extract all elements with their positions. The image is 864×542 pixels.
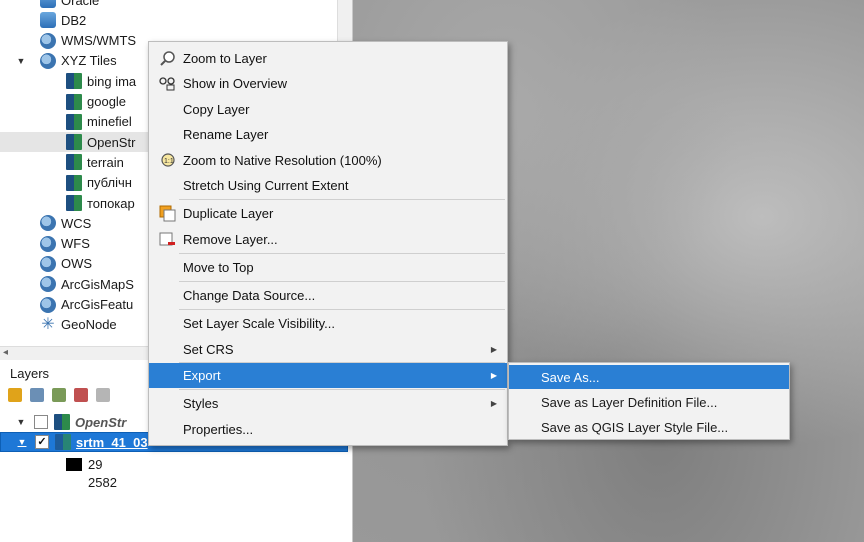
menu-item-remove-layer[interactable]: Remove Layer... [149, 227, 507, 252]
zoom-icon [160, 51, 175, 66]
browser-item-label: google [87, 94, 127, 109]
globe-icon [40, 276, 56, 293]
legend-color-ramp [66, 458, 82, 471]
layer-name: srtm_41_03 [76, 434, 148, 450]
menu-separator [179, 309, 505, 310]
menu-item-save-qgis-style[interactable]: Save as QGIS Layer Style File... [509, 415, 789, 439]
expand-caret-icon[interactable]: ▼ [15, 437, 29, 447]
layers-panel-title: Layers [10, 366, 50, 381]
tile-layer-icon [66, 93, 82, 110]
browser-item-label: WCS [61, 215, 92, 231]
svg-text:1:1: 1:1 [164, 158, 174, 165]
zoom-native-icon: 1:1 [161, 153, 175, 167]
layer-context-menu: Zoom to Layer Show in Overview Copy Laye… [148, 41, 508, 446]
browser-item-label: ArcGisFeatu [61, 297, 134, 312]
menu-item-rename-layer[interactable]: Rename Layer [149, 122, 507, 147]
menu-item-show-in-overview[interactable]: Show in Overview [149, 71, 507, 96]
browser-item-label: ArcGisMapS [61, 276, 134, 292]
menu-separator [179, 389, 505, 390]
tile-layer-icon [66, 174, 82, 191]
globe-icon [40, 52, 56, 69]
database-icon [40, 12, 56, 29]
browser-item-label: terrain [87, 154, 124, 170]
browser-item-label: топокар [87, 195, 135, 211]
menu-item-stretch-current-extent[interactable]: Stretch Using Current Extent [149, 173, 507, 198]
tile-layer-icon [54, 414, 70, 430]
menu-separator [179, 199, 505, 200]
add-group-icon[interactable] [30, 388, 44, 402]
globe-icon [40, 235, 56, 252]
browser-item-label: WMS/WMTS [61, 33, 137, 49]
layer-visibility-checkbox[interactable]: ✓ [35, 435, 49, 449]
browser-item-label: OWS [61, 256, 93, 272]
tile-layer-icon [66, 195, 82, 211]
style-manager-icon[interactable] [8, 388, 22, 402]
expand-caret-icon[interactable]: ▼ [14, 56, 28, 66]
legend-value-low: 2582 [88, 475, 117, 490]
layer-visibility-checkbox[interactable] [34, 415, 48, 429]
expand-caret-icon[interactable]: ▼ [14, 417, 28, 427]
menu-item-zoom-to-layer[interactable]: Zoom to Layer [149, 46, 507, 71]
browser-item-label: Oracle [61, 0, 100, 8]
tile-layer-icon [66, 113, 82, 130]
menu-separator [179, 281, 505, 282]
globe-icon [40, 255, 56, 272]
menu-item-set-crs[interactable]: Set CRS ▶ [149, 337, 507, 362]
menu-item-save-layer-definition[interactable]: Save as Layer Definition File... [509, 390, 789, 414]
menu-item-change-data-source[interactable]: Change Data Source... [149, 283, 507, 308]
legend-value-high: 29 [88, 457, 103, 472]
menu-item-duplicate-layer[interactable]: Duplicate Layer [149, 201, 507, 226]
submenu-arrow-icon: ▶ [490, 371, 497, 380]
scroll-left-arrow-icon[interactable]: ◂ [3, 347, 8, 358]
layer-name: OpenStr [75, 414, 127, 430]
browser-item-label: XYZ Tiles [61, 53, 117, 69]
menu-separator [179, 253, 505, 254]
remove-icon [159, 232, 175, 246]
menu-item-properties[interactable]: Properties... [149, 417, 507, 442]
menu-item-zoom-native-resolution[interactable]: 1:1 Zoom to Native Resolution (100%) [149, 148, 507, 173]
browser-item[interactable]: Oracle [0, 0, 330, 10]
globe-icon [40, 296, 56, 313]
browser-item-label: OpenStr [87, 134, 136, 150]
menu-item-move-to-top[interactable]: Move to Top [149, 255, 507, 280]
globe-icon [40, 32, 56, 49]
filter-icon[interactable] [74, 388, 88, 402]
submenu-arrow-icon: ▶ [490, 399, 497, 408]
browser-item[interactable]: DB2 [0, 10, 330, 30]
filter-legend-icon[interactable] [52, 388, 66, 402]
menu-item-export[interactable]: Export ▶ [149, 363, 507, 388]
browser-item-label: DB2 [61, 12, 87, 28]
tile-layer-icon [66, 134, 82, 151]
globe-icon [40, 215, 56, 232]
expand-all-icon[interactable] [96, 388, 110, 402]
browser-item-label: WFS [61, 236, 90, 252]
menu-item-styles[interactable]: Styles ▶ [149, 391, 507, 416]
tile-layer-icon [66, 73, 82, 90]
geonode-icon: ✳ [41, 315, 55, 333]
duplicate-icon [159, 205, 176, 222]
browser-item-label: GeoNode [61, 317, 117, 333]
tile-layer-icon [66, 154, 82, 171]
browser-item-label: minefiel [87, 114, 132, 130]
menu-item-set-scale-visibility[interactable]: Set Layer Scale Visibility... [149, 311, 507, 336]
layers-toolbar [8, 388, 110, 406]
overview-icon [159, 77, 175, 91]
database-icon [40, 0, 56, 8]
browser-item-label: bing ima [87, 73, 137, 89]
menu-item-copy-layer[interactable]: Copy Layer [149, 97, 507, 122]
menu-item-save-as[interactable]: Save As... [509, 365, 789, 389]
raster-layer-icon [55, 434, 71, 450]
browser-item-label: публічн [87, 175, 132, 191]
submenu-arrow-icon: ▶ [490, 345, 497, 354]
export-submenu: Save As... Save as Layer Definition File… [508, 362, 790, 440]
